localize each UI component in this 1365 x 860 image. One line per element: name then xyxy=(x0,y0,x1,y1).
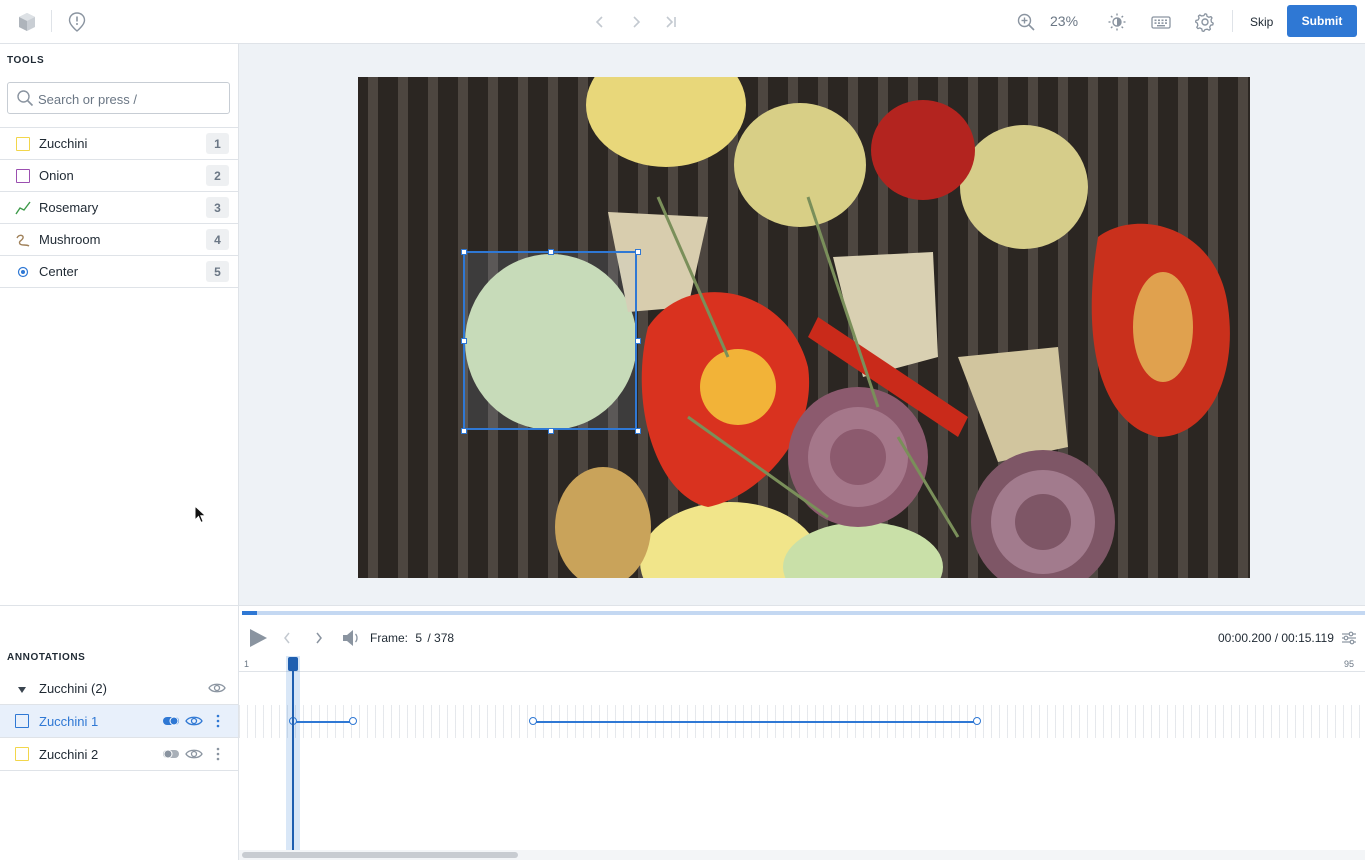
tool-label: Rosemary xyxy=(39,200,99,215)
next-frame-icon[interactable] xyxy=(314,631,324,648)
tool-list: Zucchini 1 Onion 2 Rosemary 3 Mushroom 4 xyxy=(0,127,238,288)
resize-handle[interactable] xyxy=(461,338,467,344)
settings-gear-icon[interactable] xyxy=(1191,8,1219,36)
hotkey-badge: 2 xyxy=(206,165,229,186)
ruler-end-label: 95 xyxy=(1344,659,1355,669)
bounding-box-icon xyxy=(15,747,29,761)
point-icon xyxy=(15,264,31,280)
frame-current-input[interactable]: 5 xyxy=(415,631,422,645)
visibility-eye-icon[interactable] xyxy=(208,681,226,698)
keyframe-marker[interactable] xyxy=(973,717,981,725)
resize-handle[interactable] xyxy=(548,249,554,255)
resize-handle[interactable] xyxy=(548,428,554,434)
polyline-icon xyxy=(15,200,31,216)
annotations-title: ANNOTATIONS xyxy=(7,652,86,663)
playhead[interactable] xyxy=(292,664,294,850)
volume-icon[interactable] xyxy=(341,628,361,651)
frame-counter[interactable]: Frame: 5 / 378 xyxy=(370,631,454,645)
visibility-eye-icon[interactable] xyxy=(185,714,203,731)
divider xyxy=(1232,10,1233,32)
tool-label: Onion xyxy=(39,168,74,183)
tool-item-zucchini[interactable]: Zucchini 1 xyxy=(0,128,238,160)
divider xyxy=(51,10,52,32)
frame-total: / 378 xyxy=(427,631,455,645)
keyboard-shortcuts-icon[interactable] xyxy=(1147,8,1175,36)
freehand-icon xyxy=(15,232,31,248)
previous-frame-icon[interactable] xyxy=(282,631,292,648)
resize-handle[interactable] xyxy=(635,428,641,434)
annotation-item-zucchini-2[interactable]: Zucchini 2 xyxy=(0,738,238,771)
keyframe-marker[interactable] xyxy=(349,717,357,725)
zoom-level[interactable]: 23% xyxy=(1050,13,1078,29)
bounding-box-icon xyxy=(15,714,29,728)
timeline-ruler[interactable]: 1 95 xyxy=(239,656,1365,672)
app-logo-icon[interactable] xyxy=(13,8,41,36)
visibility-eye-icon[interactable] xyxy=(185,747,203,764)
more-options-icon[interactable] xyxy=(215,713,221,732)
resize-handle[interactable] xyxy=(635,338,641,344)
annotation-canvas[interactable] xyxy=(239,44,1365,605)
track-segment[interactable] xyxy=(533,721,977,723)
next-task-icon[interactable] xyxy=(622,8,650,36)
playback-settings-icon[interactable] xyxy=(1341,630,1357,649)
keyframe-marker[interactable] xyxy=(529,717,537,725)
resize-handle[interactable] xyxy=(461,428,467,434)
annotation-label: Zucchini 1 xyxy=(39,714,99,729)
top-bar: 23% Skip Submit xyxy=(0,0,1365,44)
player-controls: Frame: 5 / 378 00:00.200 / 00:15.119 xyxy=(242,620,1365,656)
tool-search-box[interactable] xyxy=(7,82,230,114)
video-progress-bar[interactable] xyxy=(242,611,1365,615)
video-progress-fill xyxy=(242,611,257,615)
tool-search-input[interactable] xyxy=(38,89,223,109)
brightness-icon[interactable] xyxy=(1103,8,1131,36)
ruler-start-label: 1 xyxy=(244,659,250,669)
track-segment[interactable] xyxy=(293,721,353,723)
skip-button[interactable]: Skip xyxy=(1242,9,1281,35)
tool-label: Mushroom xyxy=(39,232,101,247)
previous-task-icon[interactable] xyxy=(586,8,614,36)
play-icon[interactable] xyxy=(248,628,268,651)
resize-handle[interactable] xyxy=(461,249,467,255)
collapse-caret-icon[interactable] xyxy=(17,683,27,698)
tool-item-mushroom[interactable]: Mushroom 4 xyxy=(0,224,238,256)
tool-item-center[interactable]: Center 5 xyxy=(0,256,238,288)
tool-label: Center xyxy=(39,264,79,279)
bounding-box-zucchini-1[interactable] xyxy=(461,249,641,434)
track-zucchini-1[interactable] xyxy=(239,705,1365,738)
playhead-handle[interactable] xyxy=(288,657,298,671)
last-task-icon[interactable] xyxy=(657,8,685,36)
keyframe-toggle-icon[interactable] xyxy=(162,748,180,763)
hotkey-badge: 5 xyxy=(206,261,229,282)
timeline-tracks[interactable] xyxy=(239,672,1365,850)
keyframe-toggle-icon[interactable] xyxy=(162,715,180,730)
zoom-in-icon[interactable] xyxy=(1012,8,1040,36)
tool-item-rosemary[interactable]: Rosemary 3 xyxy=(0,192,238,224)
timeline-scrollbar[interactable] xyxy=(239,850,1365,860)
more-options-icon[interactable] xyxy=(215,746,221,765)
search-icon xyxy=(16,89,34,107)
timestamp: 00:00.200 / 00:15.119 xyxy=(1218,631,1334,645)
hotkey-badge: 3 xyxy=(206,197,229,218)
resize-handle[interactable] xyxy=(635,249,641,255)
tool-label: Zucchini xyxy=(39,136,88,151)
video-frame-image[interactable] xyxy=(358,77,1250,578)
annotations-panel: ANNOTATIONS Zucchini (2) Zucchini 1 Zucc… xyxy=(0,606,239,860)
annotation-group-zucchini[interactable]: Zucchini (2) xyxy=(0,672,238,705)
frame-label: Frame: xyxy=(370,631,409,645)
scrollbar-thumb[interactable] xyxy=(242,852,518,858)
annotation-item-zucchini-1[interactable]: Zucchini 1 xyxy=(0,705,238,738)
annotation-label: Zucchini 2 xyxy=(39,747,99,762)
hotkey-badge: 4 xyxy=(206,229,229,250)
annotation-group-label: Zucchini (2) xyxy=(39,681,107,696)
bounding-box-icon xyxy=(15,136,31,152)
bounding-box-icon xyxy=(15,168,31,184)
tools-title: TOOLS xyxy=(7,55,45,66)
hotkey-badge: 1 xyxy=(206,133,229,154)
tool-item-onion[interactable]: Onion 2 xyxy=(0,160,238,192)
issue-marker-icon[interactable] xyxy=(63,8,91,36)
submit-button[interactable]: Submit xyxy=(1287,5,1357,37)
mouse-cursor-icon xyxy=(194,504,208,525)
